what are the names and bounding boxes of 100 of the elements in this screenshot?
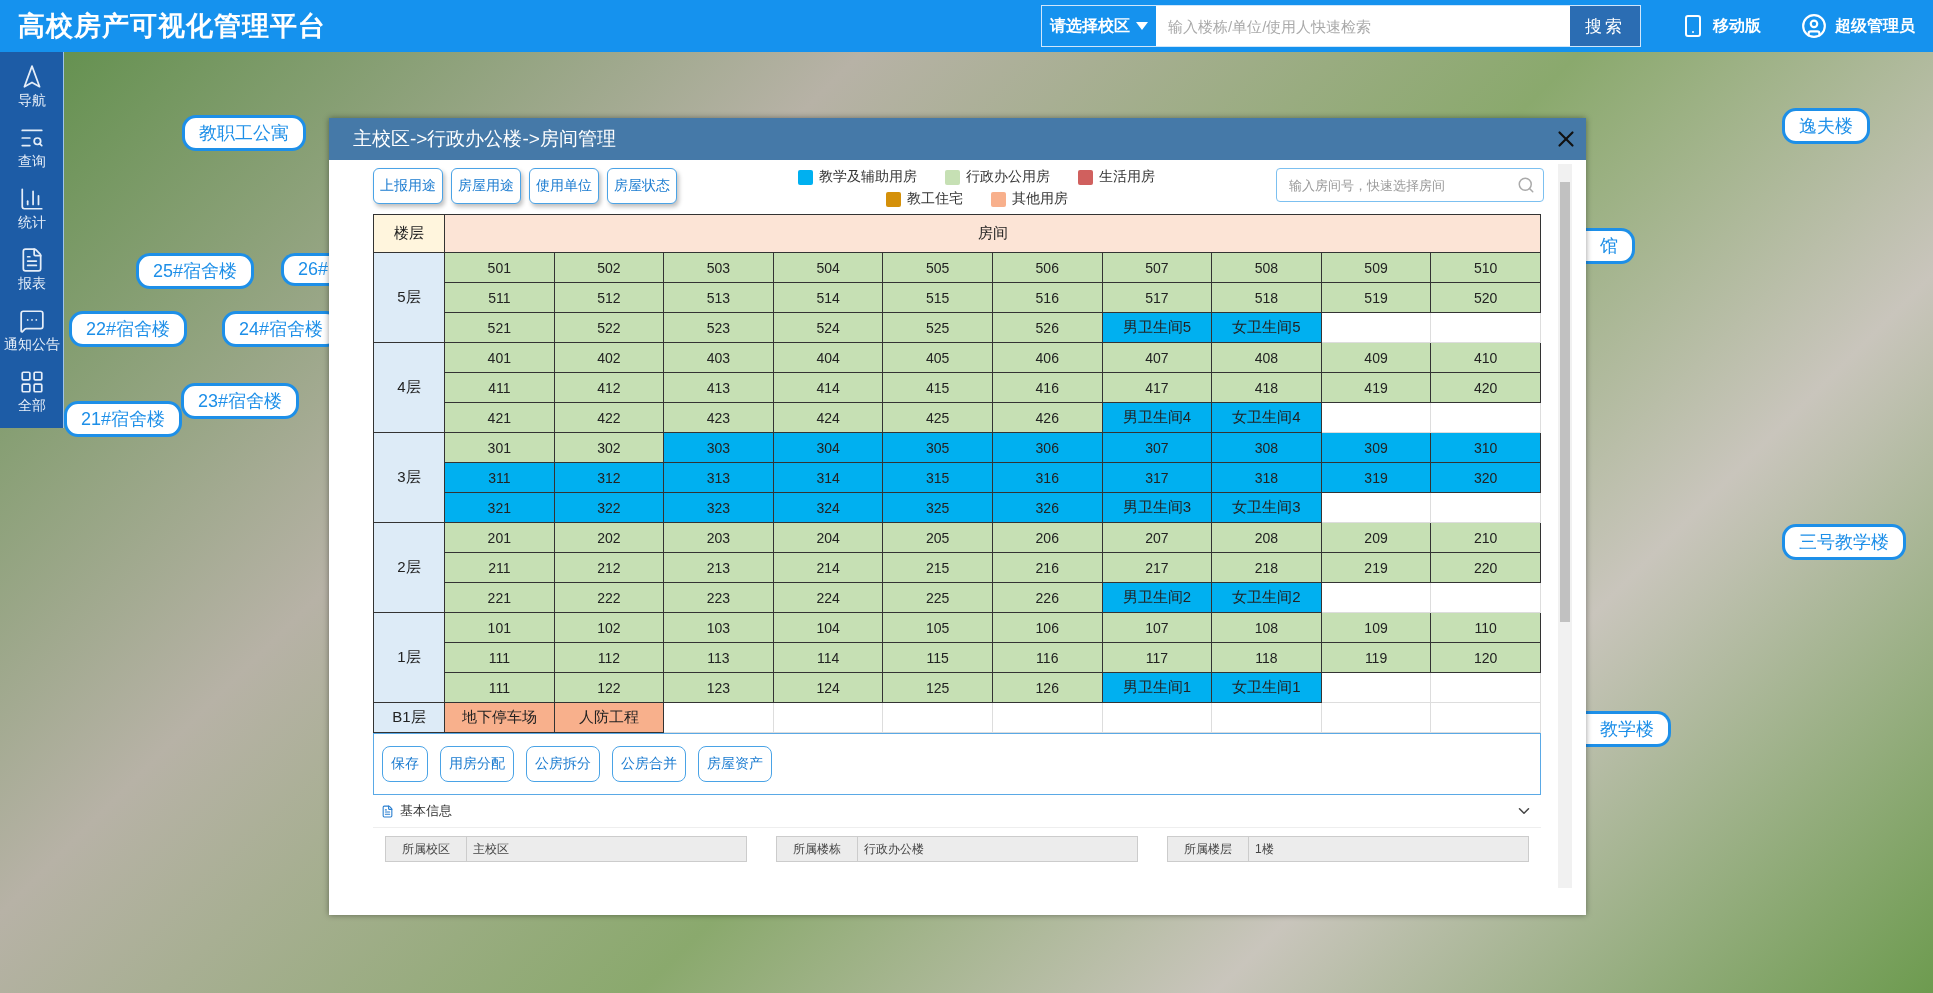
room-cell[interactable]: 301 (444, 432, 555, 463)
room-cell[interactable]: 422 (554, 402, 664, 433)
room-cell[interactable]: 403 (663, 342, 774, 373)
room-cell[interactable]: 318 (1211, 462, 1322, 493)
info-section-header[interactable]: 基本信息 (373, 795, 1541, 828)
room-cell[interactable]: 521 (444, 312, 555, 343)
room-cell[interactable]: 502 (554, 252, 664, 283)
room-cell[interactable]: 322 (554, 492, 664, 523)
room-cell[interactable]: 119 (1321, 642, 1431, 673)
room-cell[interactable]: 201 (444, 522, 555, 553)
room-cell[interactable]: 221 (444, 582, 555, 613)
room-cell[interactable]: 504 (773, 252, 883, 283)
room-cell[interactable]: 519 (1321, 282, 1431, 313)
room-cell[interactable]: 310 (1430, 432, 1541, 463)
action-button[interactable]: 用房分配 (440, 746, 514, 782)
room-cell[interactable]: 210 (1430, 522, 1541, 553)
room-cell[interactable]: 408 (1211, 342, 1322, 373)
room-cell[interactable]: 120 (1430, 642, 1541, 673)
map-label[interactable]: 22#宿舍楼 (69, 311, 188, 347)
room-cell[interactable]: 218 (1211, 552, 1322, 583)
room-cell[interactable]: 123 (663, 672, 774, 703)
room-cell[interactable]: 317 (1102, 462, 1212, 493)
room-cell[interactable]: 114 (773, 642, 883, 673)
action-button[interactable]: 公房拆分 (526, 746, 600, 782)
filter-button[interactable]: 房屋用途 (451, 168, 521, 204)
room-cell[interactable]: 401 (444, 342, 555, 373)
room-cell[interactable]: 505 (882, 252, 993, 283)
room-cell[interactable]: 男卫生间2 (1102, 582, 1212, 613)
room-cell[interactable]: 216 (992, 552, 1103, 583)
room-cell[interactable]: 509 (1321, 252, 1431, 283)
room-cell[interactable]: 203 (663, 522, 774, 553)
action-button[interactable]: 公房合并 (612, 746, 686, 782)
room-cell[interactable]: 514 (773, 282, 883, 313)
room-cell[interactable]: 321 (444, 492, 555, 523)
room-cell[interactable]: 204 (773, 522, 883, 553)
room-cell[interactable]: 103 (663, 612, 774, 643)
room-cell[interactable]: 213 (663, 552, 774, 583)
room-cell[interactable]: 506 (992, 252, 1103, 283)
room-cell[interactable]: 513 (663, 282, 774, 313)
room-cell[interactable]: 415 (882, 372, 993, 403)
room-cell[interactable]: 501 (444, 252, 555, 283)
room-cell[interactable]: 男卫生间4 (1102, 402, 1212, 433)
room-cell[interactable]: 507 (1102, 252, 1212, 283)
room-cell[interactable]: 305 (882, 432, 993, 463)
room-cell[interactable]: 217 (1102, 552, 1212, 583)
room-cell[interactable]: 212 (554, 552, 664, 583)
room-cell[interactable]: 524 (773, 312, 883, 343)
room-cell[interactable]: 214 (773, 552, 883, 583)
room-cell[interactable]: 412 (554, 372, 664, 403)
room-cell[interactable]: 512 (554, 282, 664, 313)
room-cell[interactable]: 女卫生间1 (1211, 672, 1322, 703)
room-cell[interactable]: 515 (882, 282, 993, 313)
room-cell[interactable]: 423 (663, 402, 774, 433)
room-cell[interactable]: 520 (1430, 282, 1541, 313)
map-label[interactable]: 教职工公寓 (182, 115, 306, 151)
room-cell[interactable]: 101 (444, 612, 555, 643)
sidebar-item[interactable]: 通知公告 (0, 300, 63, 361)
room-cell[interactable]: 110 (1430, 612, 1541, 643)
map-label[interactable]: 21#宿舍楼 (64, 401, 183, 437)
room-cell[interactable]: 402 (554, 342, 664, 373)
filter-button[interactable]: 上报用途 (373, 168, 443, 204)
room-cell[interactable]: 314 (773, 462, 883, 493)
room-cell[interactable]: 419 (1321, 372, 1431, 403)
room-cell[interactable]: 225 (882, 582, 993, 613)
action-button[interactable]: 保存 (382, 746, 428, 782)
room-cell[interactable]: 326 (992, 492, 1103, 523)
room-cell[interactable]: 413 (663, 372, 774, 403)
room-cell[interactable]: 503 (663, 252, 774, 283)
map-label[interactable]: 23#宿舍楼 (181, 383, 300, 419)
room-cell[interactable]: 424 (773, 402, 883, 433)
room-cell[interactable]: 320 (1430, 462, 1541, 493)
room-cell[interactable]: 525 (882, 312, 993, 343)
room-cell[interactable]: 417 (1102, 372, 1212, 403)
room-cell[interactable]: 414 (773, 372, 883, 403)
room-cell[interactable]: 105 (882, 612, 993, 643)
room-cell[interactable]: 224 (773, 582, 883, 613)
room-cell[interactable]: 302 (554, 432, 664, 463)
room-cell[interactable]: 418 (1211, 372, 1322, 403)
room-cell[interactable]: 122 (554, 672, 664, 703)
room-cell[interactable]: 421 (444, 402, 555, 433)
map-label[interactable]: 教学楼 (1586, 711, 1671, 747)
room-cell[interactable]: 117 (1102, 642, 1212, 673)
room-cell[interactable]: 205 (882, 522, 993, 553)
room-cell[interactable]: 407 (1102, 342, 1212, 373)
room-cell[interactable]: 306 (992, 432, 1103, 463)
room-cell[interactable]: 323 (663, 492, 774, 523)
room-cell[interactable]: 202 (554, 522, 664, 553)
room-cell[interactable]: 219 (1321, 552, 1431, 583)
room-cell[interactable]: 男卫生间1 (1102, 672, 1212, 703)
room-cell[interactable]: 女卫生间5 (1211, 312, 1322, 343)
room-cell[interactable]: 308 (1211, 432, 1322, 463)
action-button[interactable]: 房屋资产 (698, 746, 772, 782)
room-cell[interactable]: 411 (444, 372, 555, 403)
room-cell[interactable]: 416 (992, 372, 1103, 403)
room-cell[interactable]: 420 (1430, 372, 1541, 403)
room-cell[interactable]: 324 (773, 492, 883, 523)
room-cell[interactable]: 319 (1321, 462, 1431, 493)
sidebar-item[interactable]: 统计 (0, 178, 63, 239)
room-cell[interactable]: 124 (773, 672, 883, 703)
room-cell[interactable]: 510 (1430, 252, 1541, 283)
